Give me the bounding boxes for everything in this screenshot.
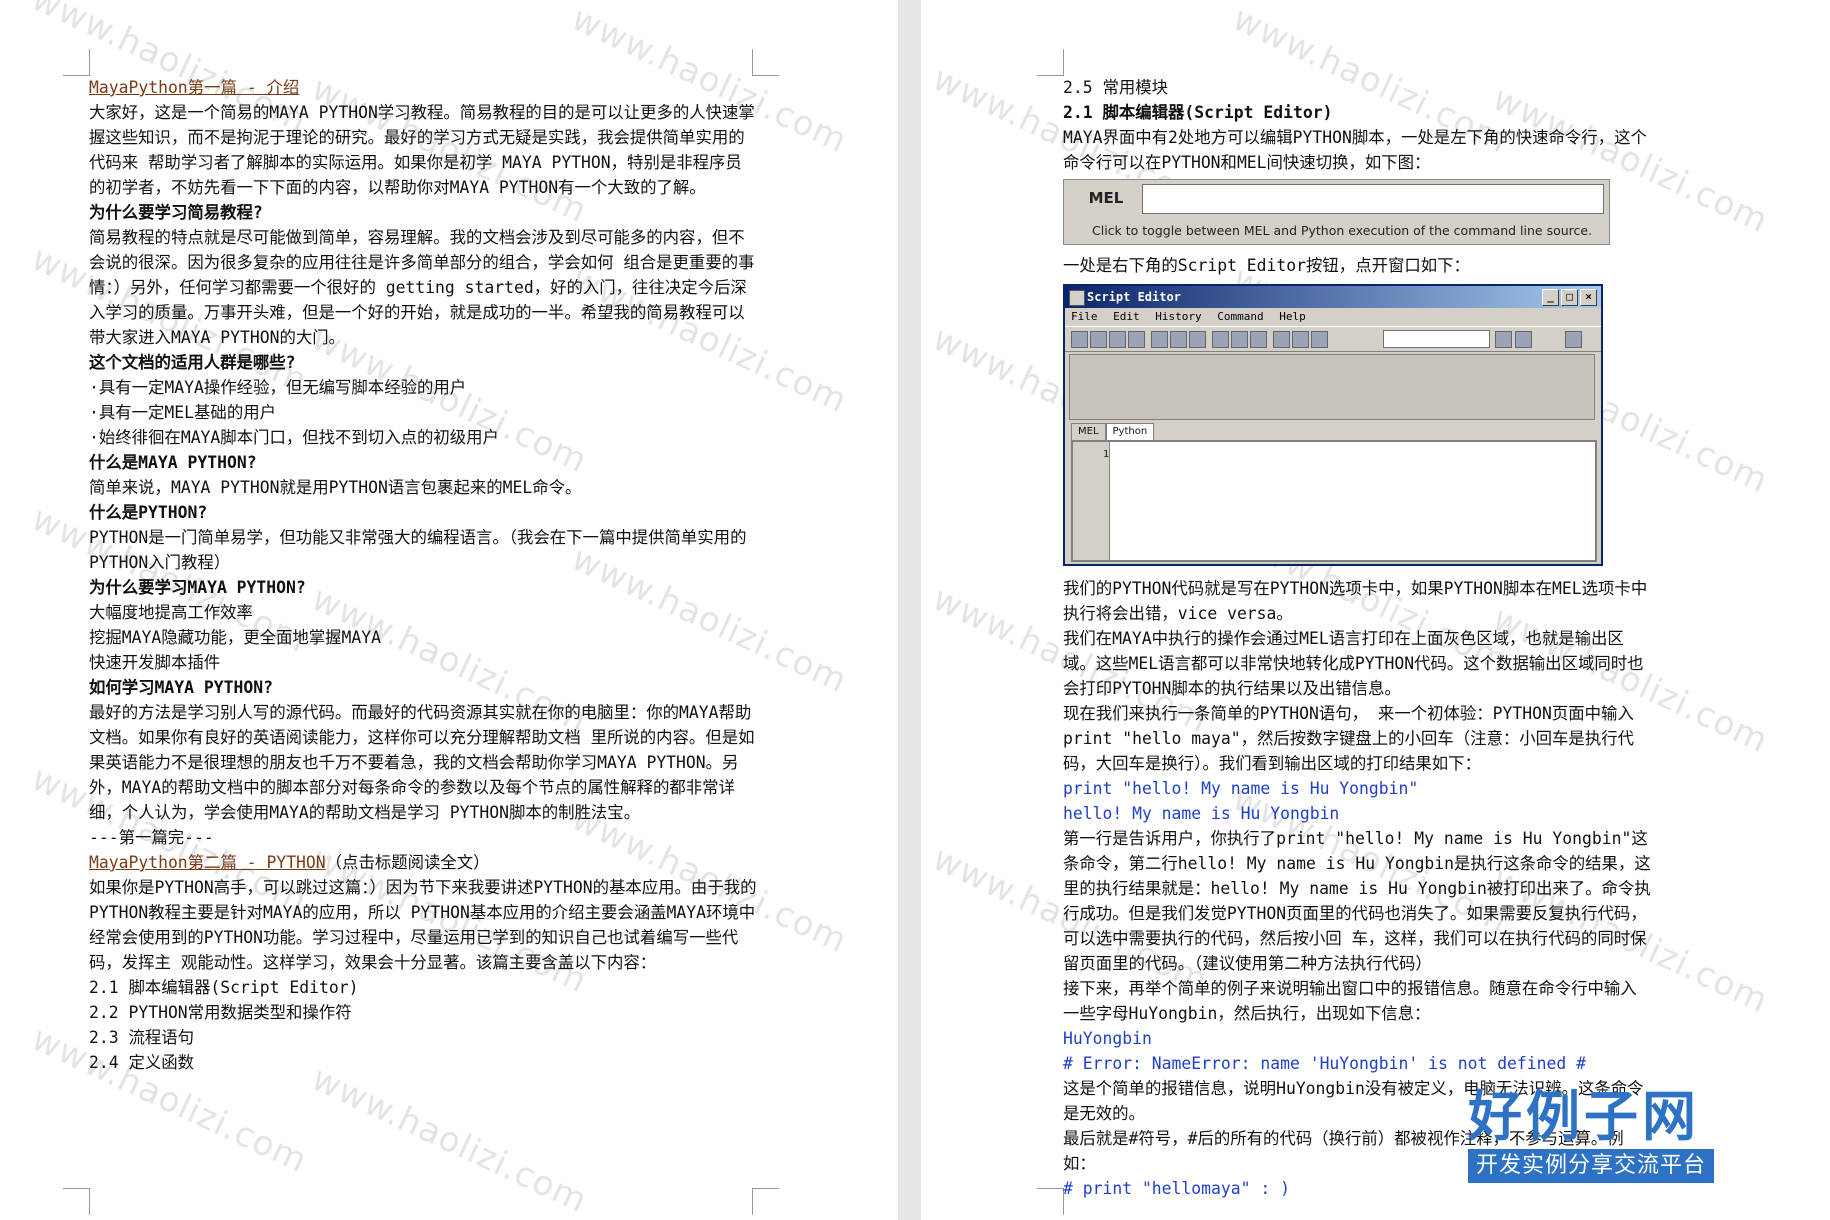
- paragraph: 我们的PYTHON代码就是写在PYTHON选项卡中，如果PYTHON脚本在MEL…: [1063, 579, 1648, 623]
- logo-subtitle: 开发实例分享交流平台: [1468, 1149, 1715, 1183]
- paragraph: 现在我们来执行一条简单的PYTHON语句， 来一个初体验：PYTHON页面中输入…: [1063, 704, 1634, 773]
- section-heading: 这个文档的适用人群是哪些?: [89, 353, 296, 372]
- menu-edit[interactable]: Edit: [1113, 310, 1140, 323]
- document-page-right: www.haolizi.com www.haolizi.com www.haol…: [921, 0, 1830, 1220]
- show-history-icon[interactable]: [1212, 331, 1229, 348]
- right-column-text: 2.5 常用模块 2.1 脚本编辑器(Script Editor) MAYA界面…: [1063, 75, 1653, 1201]
- section-heading: 如何学习MAYA PYTHON?: [89, 678, 273, 697]
- minimize-icon[interactable]: _: [1542, 289, 1559, 306]
- margin-mark: [752, 49, 779, 76]
- window-title: Script Editor: [1087, 290, 1181, 304]
- clear-input-icon[interactable]: [1170, 331, 1187, 348]
- paragraph: 大家好，这是一个简易的MAYA PYTHON学习教程。简易教程的目的是可以让更多…: [89, 103, 755, 197]
- mel-toggle-button[interactable]: MEL: [1076, 186, 1136, 210]
- paragraph: 如果你是PYTHON高手，可以跳过这篇：）因为节下来我要讲述PYTHON的基本应…: [89, 878, 757, 972]
- list-item: 快速开发脚本插件: [89, 653, 221, 672]
- list-item: 挖掘MAYA隐藏功能，更全面地掌握MAYA: [89, 628, 382, 647]
- list-item: ·具有一定MAYA操作经验，但无编写脚本经验的用户: [89, 378, 467, 397]
- section-heading: 2.1 脚本编辑器(Script Editor): [1063, 103, 1333, 122]
- list-item: ·始终徘徊在MAYA脚本门口，但找不到切入点的初级用户: [89, 428, 499, 447]
- line-number: 1: [1073, 442, 1110, 560]
- save-shelf-icon[interactable]: [1128, 331, 1145, 348]
- menu-file[interactable]: File: [1071, 310, 1098, 323]
- margin-mark: [63, 49, 90, 76]
- code-line: # Error: NameError: name 'HuYongbin' is …: [1063, 1054, 1587, 1073]
- toc-item: 2.3 流程语句: [89, 1028, 195, 1047]
- paragraph: 简单来说，MAYA PYTHON就是用PYTHON语言包裹起来的MEL命令。: [89, 478, 582, 497]
- section-heading: 为什么要学习MAYA PYTHON?: [89, 578, 306, 597]
- paragraph: 我们在MAYA中执行的操作会通过MEL语言打印在上面灰色区域，也就是输出区域。这…: [1063, 629, 1644, 698]
- paragraph: 一处是右下角的Script Editor按钮，点开窗口如下：: [1063, 256, 1470, 275]
- site-logo: 好例子网 开发实例分享交流平台: [1468, 1085, 1768, 1183]
- execute-all-icon[interactable]: [1292, 331, 1309, 348]
- link-hint: （点击标题阅读全文）: [325, 853, 490, 872]
- code-line: print "hello! My name is Hu Yongbin": [1063, 779, 1419, 798]
- toolbar: [1065, 326, 1601, 352]
- section-end-marker: ---第一篇完---: [89, 828, 214, 847]
- menu-command[interactable]: Command: [1217, 310, 1263, 323]
- find-prev-icon[interactable]: [1515, 331, 1532, 348]
- margin-mark: [63, 1188, 90, 1215]
- section-heading: 为什么要学习简易教程?: [89, 203, 263, 222]
- show-input-icon[interactable]: [1231, 331, 1248, 348]
- app-icon: [1069, 290, 1085, 306]
- save-script-icon[interactable]: [1109, 331, 1126, 348]
- toc-item: 2.2 PYTHON常用数据类型和操作符: [89, 1003, 352, 1022]
- script-input-area[interactable]: 1: [1071, 440, 1597, 562]
- paragraph: 第一行是告诉用户，你执行了print "hello! My name is Hu…: [1063, 829, 1651, 973]
- execute-selected-icon[interactable]: [1311, 331, 1328, 348]
- clear-history-icon[interactable]: [1151, 331, 1168, 348]
- mel-command-line-figure: MEL Click to toggle between MEL and Pyth…: [1063, 179, 1610, 245]
- article-link-part1[interactable]: MayaPython第一篇 - 介绍: [89, 78, 299, 97]
- section-heading: 什么是MAYA PYTHON?: [89, 453, 257, 472]
- command-line-input[interactable]: [1142, 184, 1604, 214]
- find-next-icon[interactable]: [1495, 331, 1512, 348]
- window-titlebar: Script Editor _ □ ×: [1065, 286, 1601, 308]
- maximize-icon[interactable]: □: [1561, 289, 1578, 306]
- toc-item: 2.4 定义函数: [89, 1053, 195, 1072]
- margin-mark: [752, 1188, 779, 1215]
- paragraph: 接下来，再举个简单的例子来说明输出窗口中的报错信息。随意在命令行中输入一些字母H…: [1063, 979, 1637, 1023]
- help-line-text: Click to toggle between MEL and Python e…: [1092, 223, 1593, 238]
- page-gap: [898, 0, 921, 1220]
- echo-commands-icon[interactable]: [1273, 331, 1290, 348]
- history-output-area[interactable]: [1069, 354, 1595, 420]
- paragraph: 简易教程的特点就是尽可能做到简单，容易理解。我的文档会涉及到尽可能多的内容，但不…: [89, 228, 755, 347]
- paragraph: MAYA界面中有2处地方可以编辑PYTHON脚本，一处是左下角的快速命令行，这个…: [1063, 128, 1647, 172]
- editor-tabs: MEL Python: [1071, 423, 1155, 440]
- search-input[interactable]: [1383, 330, 1490, 348]
- section-heading: 什么是PYTHON?: [89, 503, 208, 522]
- open-script-icon[interactable]: [1071, 331, 1088, 348]
- list-item: ·具有一定MEL基础的用户: [89, 403, 276, 422]
- toc-item: 2.1 脚本编辑器(Script Editor): [89, 978, 359, 997]
- tab-mel[interactable]: MEL: [1071, 423, 1106, 440]
- menu-help[interactable]: Help: [1279, 310, 1306, 323]
- options-icon[interactable]: [1565, 331, 1582, 348]
- list-item: 大幅度地提高工作效率: [89, 603, 253, 622]
- document-page-left: www.haolizi.com www.haolizi.com www.haol…: [0, 0, 898, 1220]
- code-line: HuYongbin: [1063, 1029, 1152, 1048]
- menu-bar: File Edit History Command Help: [1065, 308, 1601, 326]
- margin-mark: [1037, 1188, 1064, 1215]
- tab-python[interactable]: Python: [1105, 423, 1155, 440]
- article-link-part2[interactable]: MayaPython第二篇 - PYTHON: [89, 853, 326, 872]
- logo-title: 好例子网: [1468, 1085, 1700, 1148]
- watermark: www.haolizi.com: [305, 1058, 594, 1220]
- menu-history[interactable]: History: [1155, 310, 1201, 323]
- toc-item: 2.5 常用模块: [1063, 78, 1169, 97]
- left-column-text: MayaPython第一篇 - 介绍 大家好，这是一个简易的MAYA PYTHO…: [89, 75, 757, 1075]
- code-line: hello! My name is Hu Yongbin: [1063, 804, 1340, 823]
- clear-all-icon[interactable]: [1189, 331, 1206, 348]
- source-script-icon[interactable]: [1090, 331, 1107, 348]
- script-editor-figure: Script Editor _ □ × File Edit History Co…: [1063, 284, 1603, 566]
- close-icon[interactable]: ×: [1580, 289, 1597, 306]
- paragraph: PYTHON是一门简单易学，但功能又非常强大的编程语言。（我会在下一篇中提供简单…: [89, 528, 747, 572]
- margin-mark: [1037, 49, 1064, 76]
- paragraph: 最好的方法是学习别人写的源代码。而最好的代码资源其实就在你的电脑里：你的MAYA…: [89, 703, 755, 822]
- show-both-icon[interactable]: [1250, 331, 1267, 348]
